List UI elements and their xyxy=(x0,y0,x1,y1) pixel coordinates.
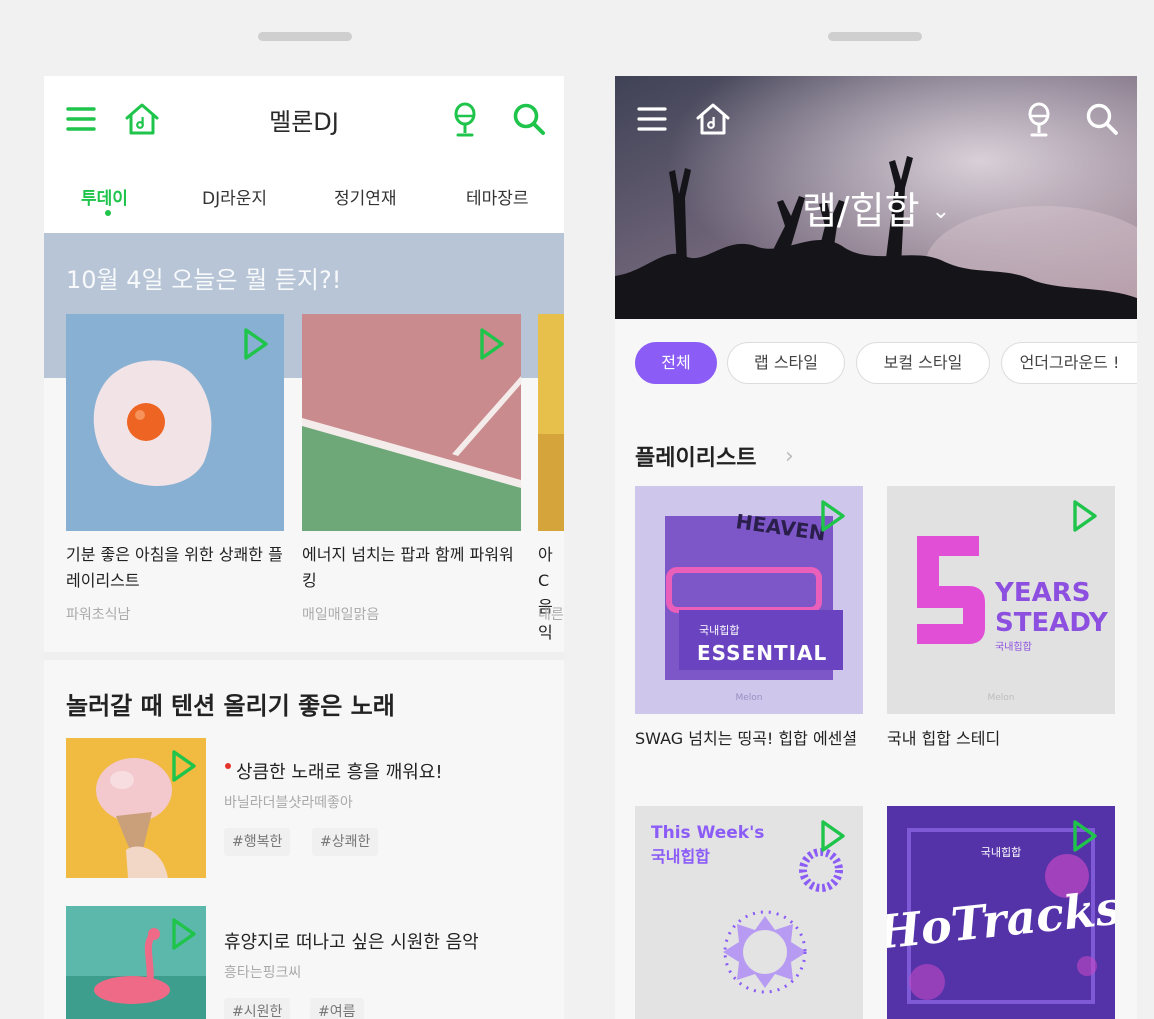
cover-heading-text-1: YEARS xyxy=(994,578,1090,608)
tab-series[interactable]: 정기연재 xyxy=(334,184,397,209)
list-item-1-author: 바닐라더블샷라떼좋아 xyxy=(224,795,353,811)
right-phone-screen: 랩/힙합 ⌄ 전체 랩 스타일 보컬 스타일 언더그라운드 ! 플레이리스트 ›… xyxy=(615,76,1137,1019)
cover-label-text: 국내힙합 xyxy=(699,624,739,637)
play-icon[interactable] xyxy=(1071,818,1099,854)
playlist-tile-2[interactable]: YEARS STEADY 국내힙합 Melon 5 xyxy=(887,486,1115,714)
tab-today[interactable]: 투데이 xyxy=(81,184,128,209)
tag-chip[interactable]: #시원한 xyxy=(224,998,291,1019)
filter-chip-rap-style[interactable]: 랩 스타일 xyxy=(727,342,845,384)
cover-label-text: 국내힙합 xyxy=(981,846,1021,859)
list-item-2-cover[interactable] xyxy=(66,906,206,1019)
cover-brand-text: Melon xyxy=(735,693,762,703)
banner-title: 10월 4일 오늘은 뭘 듣지?! xyxy=(66,266,342,294)
list-item-1-cover[interactable] xyxy=(66,738,206,878)
home-icon[interactable] xyxy=(695,102,731,136)
chevron-down-icon: ⌄ xyxy=(931,199,951,224)
filter-chip-underground[interactable]: 언더그라운드 ! xyxy=(1001,342,1137,384)
tag-chip[interactable]: #여름 xyxy=(310,998,364,1019)
card-2-title[interactable]: 에너지 넘치는 팝과 함께 파워워킹 xyxy=(302,542,521,594)
card-3-title[interactable]: 아C 음익 xyxy=(538,542,558,646)
active-tab-indicator xyxy=(105,210,111,216)
genre-selector[interactable]: 랩/힙합 ⌄ xyxy=(615,180,1137,235)
playlist-card-2[interactable] xyxy=(302,314,521,531)
play-icon[interactable] xyxy=(819,498,847,534)
tab-dj-lounge[interactable]: DJ라운지 xyxy=(202,184,267,209)
new-badge-dot xyxy=(225,763,231,769)
playlist-section-title[interactable]: 플레이리스트 xyxy=(635,440,756,472)
filter-chip-all[interactable]: 전체 xyxy=(635,342,717,384)
search-icon[interactable] xyxy=(1085,102,1119,136)
microphone-icon[interactable] xyxy=(451,102,479,138)
play-icon[interactable] xyxy=(819,818,847,854)
drag-handle-left[interactable] xyxy=(258,32,352,41)
play-icon[interactable] xyxy=(170,916,198,952)
play-icon[interactable] xyxy=(170,748,198,784)
genre-title: 랩/힙합 xyxy=(801,189,920,233)
chevron-right-icon[interactable]: › xyxy=(785,444,794,469)
tab-theme-genre[interactable]: 테마장르 xyxy=(466,184,529,209)
playlist-tile-2-title[interactable]: 국내 힙합 스테디 xyxy=(887,726,1115,752)
section-title: 놀러갈 때 텐션 올리기 좋은 노래 xyxy=(66,692,395,720)
play-icon[interactable] xyxy=(1071,498,1099,534)
list-item-1-title[interactable]: 상큼한 노래로 흥을 깨워요! xyxy=(236,758,443,784)
card-3-author: 내른 xyxy=(538,607,564,623)
cover-heading-text-2: 국내힙합 xyxy=(651,847,710,866)
playlist-tile-3[interactable]: This Week's 국내힙합 xyxy=(635,806,863,1019)
tag-chip[interactable]: #상쾌한 xyxy=(312,828,379,856)
play-icon[interactable] xyxy=(242,326,270,362)
card-1-author: 파워초식남 xyxy=(66,607,131,623)
playlist-tile-1-title[interactable]: SWAG 넘치는 띵곡! 힙합 에센셜 xyxy=(635,726,863,752)
app-title: 멜론DJ xyxy=(269,108,339,136)
left-phone-screen: 멜론DJ 투데이 DJ라운지 정기연재 테마장르 10월 4일 오늘은 뭘 듣지… xyxy=(44,76,564,1019)
playlist-tile-1[interactable]: HEAVEN 국내힙합 ESSENTIAL Melon xyxy=(635,486,863,714)
top-bar xyxy=(44,76,564,233)
filter-chip-vocal-style[interactable]: 보컬 스타일 xyxy=(856,342,990,384)
playlist-card-3[interactable] xyxy=(538,314,564,531)
tag-chip[interactable]: #행복한 xyxy=(224,828,291,856)
card-1-title[interactable]: 기분 좋은 아침을 위한 상쾌한 플레이리스트 xyxy=(66,542,284,594)
drag-handle-right[interactable] xyxy=(828,32,922,41)
list-item-2-author: 흥타는핑크씨 xyxy=(224,965,302,981)
playlist-card-1[interactable] xyxy=(66,314,284,531)
microphone-icon[interactable] xyxy=(1025,102,1053,138)
menu-icon[interactable] xyxy=(637,106,667,132)
cover-heading-text-2: STEADY xyxy=(995,608,1109,638)
playlist-tile-4[interactable]: 국내힙합 HoTracks xyxy=(887,806,1115,1019)
cover-heading-text: ESSENTIAL xyxy=(697,641,827,665)
list-item-2-title[interactable]: 휴양지로 떠나고 싶은 시원한 음악 xyxy=(224,928,479,954)
cover-brand-text: Melon xyxy=(987,693,1014,703)
card-2-author: 매일매일맑음 xyxy=(302,607,380,623)
section-divider xyxy=(44,652,564,660)
play-icon[interactable] xyxy=(478,326,506,362)
search-icon[interactable] xyxy=(512,102,546,136)
cover-label-text: 국내힙합 xyxy=(995,641,1032,653)
cover-image-partial xyxy=(538,314,564,531)
cover-heading-text-1: This Week's xyxy=(651,823,764,843)
